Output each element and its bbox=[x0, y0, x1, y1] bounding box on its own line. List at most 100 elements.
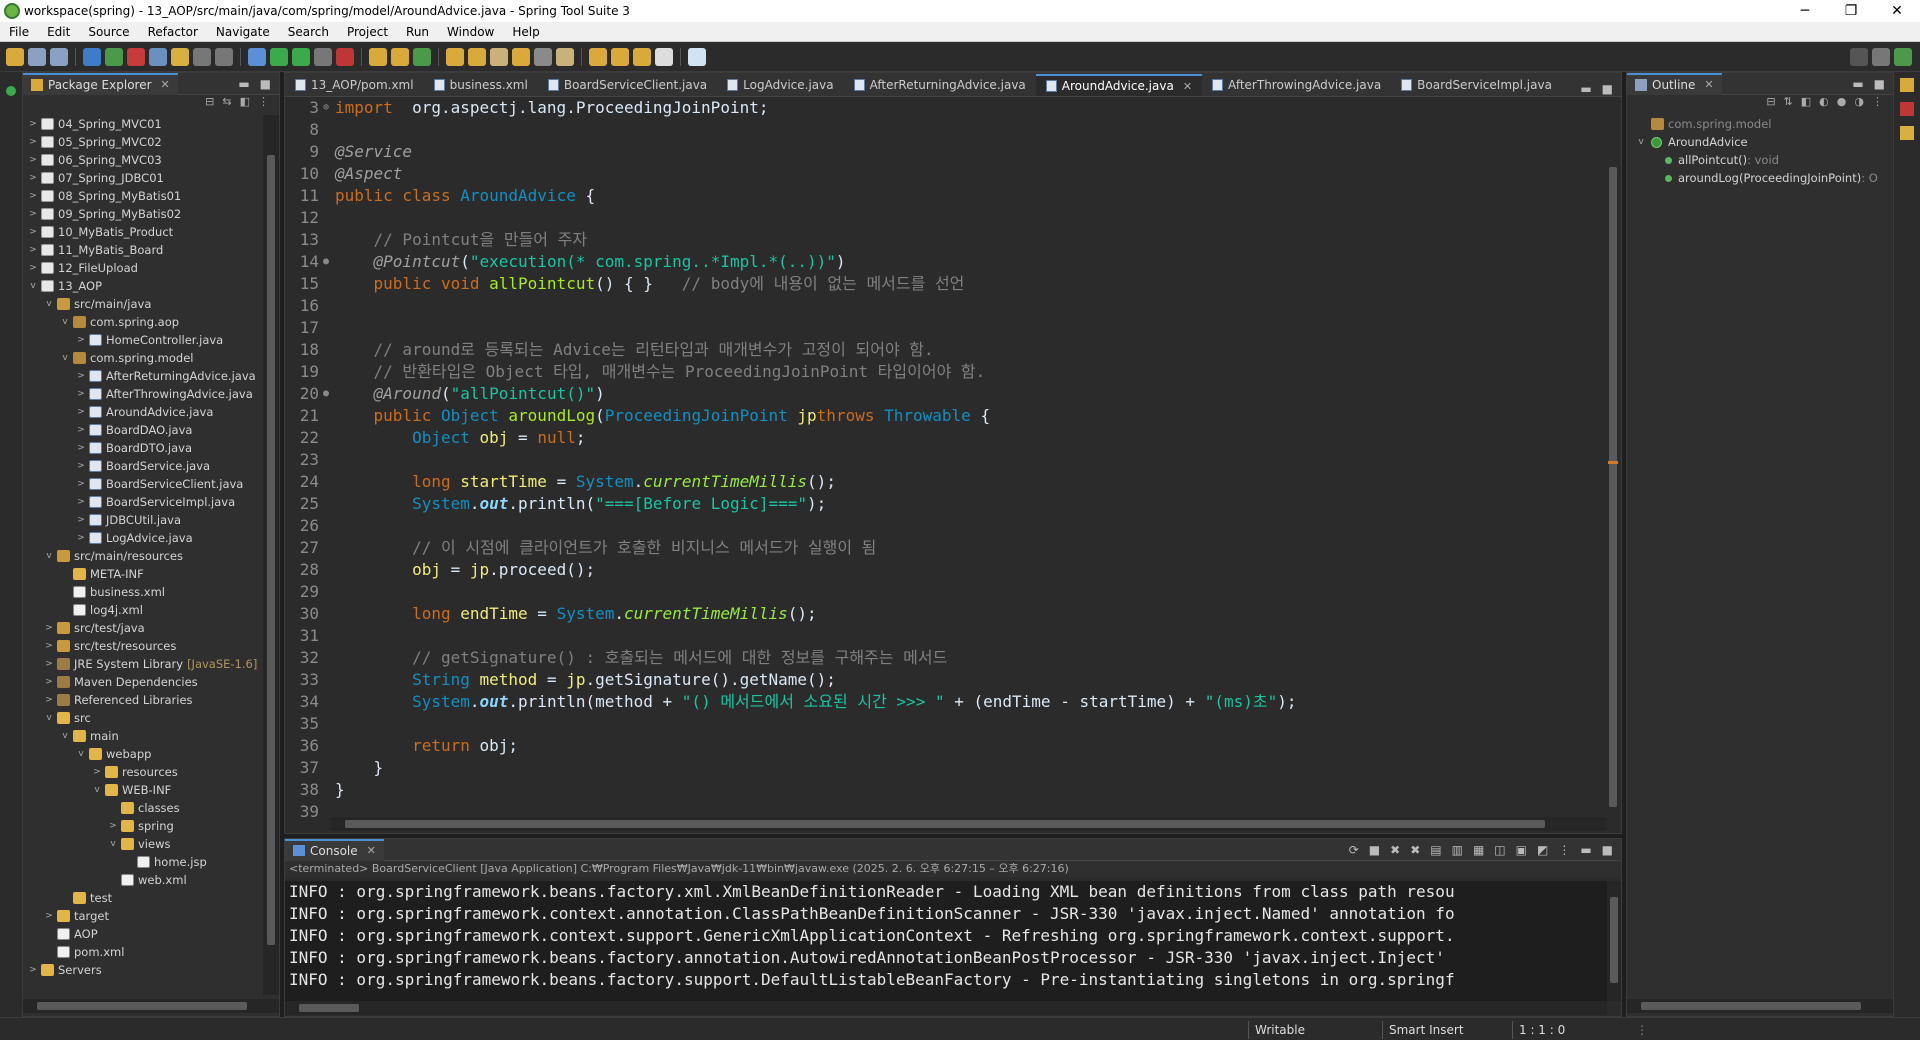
outline-hscroll[interactable] bbox=[1627, 999, 1893, 1013]
chevron-right-icon[interactable]: > bbox=[75, 457, 87, 475]
tree-item[interactable]: META-INF bbox=[23, 565, 263, 583]
tree-item[interactable]: >05_Spring_MVC02 bbox=[23, 133, 263, 151]
prev-edit-icon[interactable] bbox=[589, 47, 607, 66]
editor-tab[interactable]: BoardServiceClient.java bbox=[538, 74, 717, 96]
close-icon[interactable]: ✕ bbox=[367, 844, 376, 857]
search-folder-icon[interactable] bbox=[512, 47, 530, 66]
back-icon[interactable] bbox=[633, 47, 651, 66]
tree-item[interactable]: AOP bbox=[23, 925, 263, 943]
open-console-icon[interactable]: ▣ bbox=[1516, 843, 1527, 857]
chevron-down-icon[interactable]: v bbox=[43, 709, 55, 727]
chevron-right-icon[interactable]: > bbox=[43, 655, 55, 673]
tree-item[interactable]: > JDBCUtil.java bbox=[23, 511, 263, 529]
tree-item[interactable]: web.xml bbox=[23, 871, 263, 889]
hide-local-types-icon[interactable]: ◑ bbox=[1854, 95, 1864, 113]
task-list-icon[interactable] bbox=[1900, 78, 1914, 92]
outline-package-row[interactable]: com.spring.model bbox=[1627, 115, 1893, 133]
scroll-thumb[interactable] bbox=[1609, 167, 1617, 807]
editor-tab[interactable]: LogAdvice.java bbox=[717, 74, 843, 96]
boot-dashboard-icon[interactable] bbox=[6, 86, 16, 96]
pin-console-icon[interactable]: ◫ bbox=[1494, 843, 1505, 857]
tree-item[interactable]: > spring bbox=[23, 817, 263, 835]
tree-item[interactable]: > HomeController.java bbox=[23, 331, 263, 349]
chevron-right-icon[interactable]: > bbox=[75, 529, 87, 547]
forward-icon[interactable] bbox=[655, 47, 673, 66]
save-all-icon[interactable] bbox=[50, 47, 68, 66]
tree-item[interactable]: v src bbox=[23, 709, 263, 727]
chevron-right-icon[interactable]: > bbox=[27, 241, 39, 259]
tree-item[interactable]: > AfterReturningAdvice.java bbox=[23, 367, 263, 385]
link-with-editor-icon[interactable]: ⇆ bbox=[222, 95, 231, 113]
java-perspective-icon[interactable] bbox=[1894, 47, 1912, 66]
print-icon[interactable] bbox=[83, 47, 101, 66]
quick-access-search-icon[interactable] bbox=[1850, 47, 1868, 66]
chevron-down-icon[interactable]: v bbox=[91, 781, 103, 799]
chevron-right-icon[interactable]: > bbox=[27, 223, 39, 241]
close-icon[interactable]: ✕ bbox=[1183, 80, 1192, 93]
search-icon-toolbar[interactable] bbox=[534, 47, 552, 66]
scroll-thumb[interactable] bbox=[1641, 1002, 1861, 1010]
whitespace-icon[interactable] bbox=[215, 47, 233, 66]
open-task-icon[interactable] bbox=[468, 47, 486, 66]
menu-project[interactable]: Project bbox=[338, 25, 397, 39]
open-perspective-icon[interactable] bbox=[1872, 47, 1890, 66]
console-hscroll[interactable] bbox=[285, 1001, 1607, 1015]
tree-item[interactable]: > AroundAdvice.java bbox=[23, 403, 263, 421]
run-icon[interactable] bbox=[270, 47, 288, 66]
sort-icon[interactable]: ⇅ bbox=[1784, 95, 1793, 113]
relaunch-icon[interactable]: ⟳ bbox=[1349, 843, 1359, 857]
coverage-icon[interactable] bbox=[292, 47, 310, 66]
minimize-view-icon[interactable]: ▬ bbox=[238, 77, 249, 91]
minimize-button[interactable]: ─ bbox=[1782, 3, 1828, 19]
maximize-view-icon[interactable]: ■ bbox=[1874, 77, 1885, 91]
chevron-right-icon[interactable]: > bbox=[91, 763, 103, 781]
package-explorer-hscroll[interactable] bbox=[23, 999, 279, 1013]
chevron-right-icon[interactable]: > bbox=[75, 493, 87, 511]
hide-nonpublic-icon[interactable]: ● bbox=[1837, 95, 1847, 113]
scroll-thumb[interactable] bbox=[1610, 897, 1618, 983]
tree-item[interactable]: > AfterThrowingAdvice.java bbox=[23, 385, 263, 403]
edit-icon[interactable] bbox=[490, 47, 508, 66]
tree-item[interactable]: log4j.xml bbox=[23, 601, 263, 619]
close-icon[interactable]: ✕ bbox=[161, 78, 170, 91]
remove-launch-icon[interactable]: ✖ bbox=[1390, 843, 1400, 857]
tree-item[interactable]: v WEB-INF bbox=[23, 781, 263, 799]
chevron-right-icon[interactable]: > bbox=[75, 331, 87, 349]
tree-item[interactable]: >12_FileUpload bbox=[23, 259, 263, 277]
stop-icon[interactable] bbox=[127, 47, 145, 66]
menu-navigate[interactable]: Navigate bbox=[207, 25, 279, 39]
editor-tab[interactable]: AfterReturningAdvice.java bbox=[844, 74, 1036, 96]
save-icon[interactable] bbox=[28, 47, 46, 66]
outline-method-row[interactable]: allPointcut() : void bbox=[1627, 151, 1893, 169]
outline-class-row[interactable]: v AroundAdvice bbox=[1627, 133, 1893, 151]
scroll-lock-icon[interactable]: ▤ bbox=[1430, 843, 1441, 857]
chevron-right-icon[interactable]: > bbox=[27, 151, 39, 169]
open-type-icon[interactable] bbox=[149, 47, 167, 66]
tree-item[interactable]: classes bbox=[23, 799, 263, 817]
chevron-right-icon[interactable]: > bbox=[27, 169, 39, 187]
tree-item[interactable]: > Servers bbox=[23, 961, 263, 979]
overview-ruler-marker[interactable] bbox=[1608, 461, 1618, 464]
tree-item[interactable]: > target bbox=[23, 907, 263, 925]
tree-item[interactable]: > Referenced Libraries bbox=[23, 691, 263, 709]
tree-item[interactable]: v views bbox=[23, 835, 263, 853]
terminate-icon[interactable]: ■ bbox=[1369, 843, 1380, 857]
chevron-right-icon[interactable]: > bbox=[27, 115, 39, 133]
scroll-thumb[interactable] bbox=[345, 820, 1545, 828]
editor-tab[interactable]: BoardServiceImpl.java bbox=[1391, 74, 1562, 96]
hide-static-icon[interactable]: ◐ bbox=[1819, 95, 1829, 113]
tree-item[interactable]: >11_MyBatis_Board bbox=[23, 241, 263, 259]
chevron-down-icon[interactable]: v bbox=[107, 835, 119, 853]
remove-all-icon[interactable]: ✖ bbox=[1410, 843, 1420, 857]
tree-item[interactable]: >06_Spring_MVC03 bbox=[23, 151, 263, 169]
chevron-right-icon[interactable]: > bbox=[27, 961, 39, 979]
console-vscroll[interactable] bbox=[1607, 881, 1621, 1001]
console-output[interactable]: INFO : org.springframework.beans.factory… bbox=[285, 881, 1607, 1001]
close-icon[interactable]: ✕ bbox=[1704, 78, 1713, 91]
menu-search[interactable]: Search bbox=[279, 25, 338, 39]
maximize-button[interactable]: ❐ bbox=[1828, 3, 1874, 19]
editor-tab[interactable]: business.xml bbox=[424, 74, 538, 96]
chevron-right-icon[interactable]: > bbox=[75, 367, 87, 385]
next-edit-icon[interactable] bbox=[611, 47, 629, 66]
chevron-right-icon[interactable]: > bbox=[43, 637, 55, 655]
